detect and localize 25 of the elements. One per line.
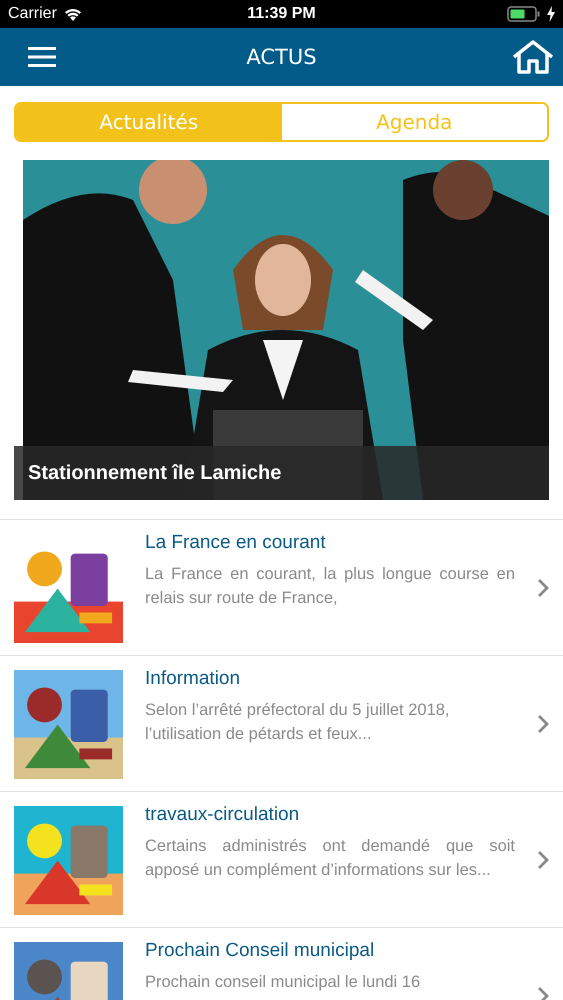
- clock-time: 11:39 PM: [247, 5, 316, 23]
- news-summary: La France en courant, la plus longue course en relais sur route de France,: [145, 564, 515, 609]
- news-caption: Stationnement île Lamiche: [28, 462, 282, 484]
- news-title: Information: [145, 668, 242, 690]
- page-title: ACTUS: [246, 45, 317, 69]
- charging-icon: [547, 6, 555, 22]
- news-item[interactable]: travaux-circulation Certains administrés ont demandé que soit apposé un complément d’informations sur les...: [0, 792, 563, 928]
- chevron-icon: [537, 986, 549, 1000]
- chevron-icon: [537, 850, 549, 870]
- news-summary: Prochain conseil municipal le lundi 16: [145, 972, 422, 993]
- news-item[interactable]: Prochain Conseil municipal Prochain conseil municipal le lundi 16: [0, 928, 563, 1000]
- home-icon[interactable]: [511, 40, 555, 74]
- chevron-icon: [537, 714, 549, 734]
- chevron-icon: [537, 578, 549, 598]
- news-title: travaux-circulation: [145, 804, 300, 826]
- news-item[interactable]: La France en courant La France en courant, la plus longue course en relais sur route de France,: [0, 520, 563, 656]
- carrier-name: Carrier: [8, 5, 57, 23]
- wifi-icon: [62, 6, 83, 22]
- news-summary: Certains administrés ont demandé que soit apposé un complément d’informations sur les...: [145, 836, 515, 881]
- news-summary: Selon l’arrêté préfectoral du 5 juillet 2018, l’utilisation de pétards et feux...: [145, 700, 451, 745]
- news-title: La France en courant: [145, 532, 327, 554]
- battery-icon: [507, 6, 541, 22]
- menu-icon[interactable]: [28, 46, 56, 68]
- news-title: Prochain Conseil municipal: [145, 940, 376, 962]
- news-item[interactable]: Information Selon l’arrêté préfectoral du 5 juillet 2018, l’utilisation de pétards et feux...: [0, 656, 563, 792]
